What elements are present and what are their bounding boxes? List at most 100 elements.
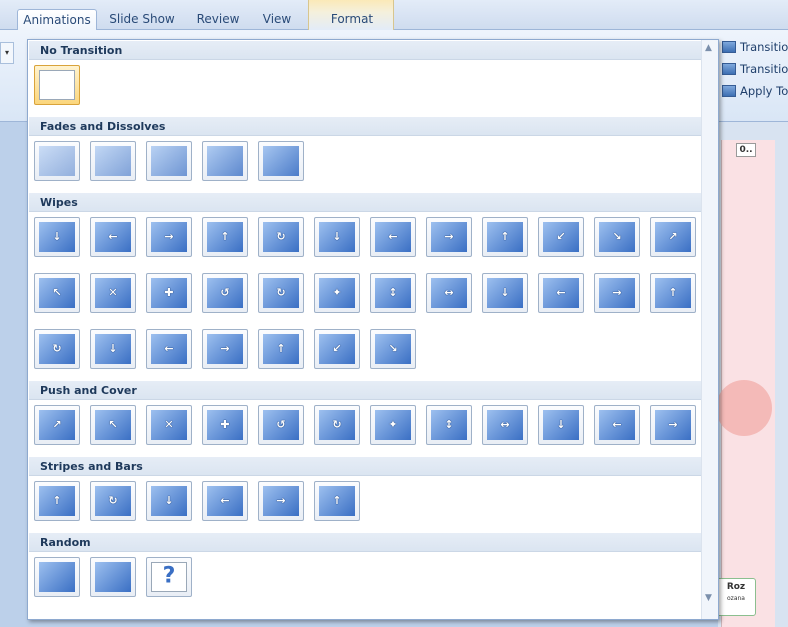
transition-thumb[interactable] [90,141,136,181]
transition-thumb[interactable]: ↓ [90,329,136,369]
transition-preview-icon: → [599,278,635,308]
arrow-icon: ↻ [108,493,118,507]
apply-to-all-command[interactable]: Apply To [722,82,788,100]
scroll-down-icon[interactable]: ▼ [705,593,712,603]
arrow-icon: ↓ [332,229,342,243]
transition-thumb[interactable] [146,141,192,181]
section-random: Random [29,533,701,552]
transition-thumb[interactable]: → [594,273,640,313]
transition-thumb[interactable]: ↕ [426,405,472,445]
transition-thumb[interactable] [90,557,136,597]
transition-thumb[interactable]: ↖ [34,273,80,313]
transition-thumb[interactable] [34,557,80,597]
transition-thumb[interactable]: ✦ [370,405,416,445]
transition-preview-icon: ✕ [95,278,131,308]
arrow-icon: → [220,341,230,355]
transition-thumb[interactable]: ← [594,405,640,445]
arrow-icon: ↖ [108,417,118,431]
tab-format[interactable]: Format [309,9,395,30]
transition-thumb[interactable]: ← [90,217,136,257]
transition-thumb[interactable]: ↗ [34,405,80,445]
transition-preview-icon: ← [375,222,411,252]
transition-thumb[interactable]: ↓ [314,217,360,257]
transition-thumb[interactable]: ↺ [202,273,248,313]
transition-thumb[interactable]: ↑ [202,217,248,257]
transition-preview-icon: ↗ [655,222,691,252]
transition-thumb[interactable]: ↘ [370,329,416,369]
transition-thumb[interactable] [258,141,304,181]
transition-thumb[interactable]: ✦ [314,273,360,313]
arrow-icon: ↻ [276,285,286,299]
left-dropdown-button[interactable]: ▾ [0,42,14,64]
transition-thumb[interactable]: → [202,329,248,369]
transition-thumb[interactable]: ✚ [202,405,248,445]
transition-sound-command[interactable]: Transition [722,38,788,56]
transition-thumb[interactable]: ✕ [90,273,136,313]
transition-thumb[interactable]: ✚ [146,273,192,313]
transition-preview-icon: ↑ [487,222,523,252]
transition-thumb[interactable]: ↑ [34,481,80,521]
transition-thumb[interactable]: ↓ [34,217,80,257]
transition-thumb-none[interactable] [34,65,80,105]
arrow-icon: ↖ [52,285,62,299]
transition-thumb[interactable]: ↕ [370,273,416,313]
transition-preview-icon: ✚ [207,410,243,440]
transition-thumb[interactable]: ? [146,557,192,597]
transition-thumb[interactable]: ↘ [594,217,640,257]
transition-thumb[interactable]: ↑ [650,273,696,313]
arrow-icon: ↔ [500,417,510,431]
transition-thumb[interactable] [34,141,80,181]
transition-preview-icon: ← [543,278,579,308]
transition-thumb[interactable]: ↙ [538,217,584,257]
transition-thumb[interactable]: ↺ [258,405,304,445]
slide-circle-shape [716,380,772,436]
transition-preview-icon: ↺ [263,410,299,440]
transition-preview-icon: → [151,222,187,252]
transition-thumb[interactable]: → [426,217,472,257]
transition-thumb[interactable]: ↻ [90,481,136,521]
transition-thumb[interactable]: ↻ [258,273,304,313]
transition-thumb[interactable]: ↓ [482,273,528,313]
tab-slide-show[interactable]: Slide Show [104,9,180,30]
scroll-up-icon[interactable]: ▲ [705,43,712,53]
transition-thumb[interactable]: ← [370,217,416,257]
transition-speed-command[interactable]: Transition [722,60,788,78]
transition-preview-icon: ↘ [599,222,635,252]
tab-view[interactable]: View [255,9,299,30]
transition-thumb[interactable]: ↗ [650,217,696,257]
transition-thumb[interactable]: ↑ [482,217,528,257]
transition-sound-icon [722,41,736,53]
transition-thumb[interactable]: ↻ [258,217,304,257]
transition-thumb[interactable]: ↙ [314,329,360,369]
tab-review[interactable]: Review [190,9,246,30]
transition-thumb[interactable]: → [258,481,304,521]
transition-thumb[interactable]: ↻ [34,329,80,369]
arrow-icon: ↺ [220,285,230,299]
transition-thumb[interactable]: ↑ [258,329,304,369]
transition-thumb[interactable]: ← [146,329,192,369]
transition-thumb[interactable]: ↑ [314,481,360,521]
transition-thumb[interactable]: → [650,405,696,445]
gallery-scrollbar[interactable]: ▲ ▼ [701,40,718,619]
arrow-icon: ↗ [668,229,678,243]
arrow-icon: ↻ [332,417,342,431]
transition-thumb[interactable]: ↖ [90,405,136,445]
transition-thumb[interactable]: ↔ [426,273,472,313]
transition-thumb[interactable]: ✕ [146,405,192,445]
transition-thumb[interactable] [202,141,248,181]
transition-preview-icon: ↑ [263,334,299,364]
arrow-icon: ↕ [444,417,454,431]
transition-thumb[interactable]: → [146,217,192,257]
transition-preview-icon: ↻ [39,334,75,364]
transition-preview-icon: ? [151,562,187,592]
tab-animations[interactable]: Animations [17,9,97,31]
transition-thumb[interactable]: ← [202,481,248,521]
transition-thumb[interactable]: ↔ [482,405,528,445]
transition-preview-icon: ↻ [319,410,355,440]
transition-thumb[interactable]: ↻ [314,405,360,445]
transition-thumb[interactable]: ↓ [146,481,192,521]
transition-thumb[interactable]: ← [538,273,584,313]
transition-preview-icon: ↺ [207,278,243,308]
arrow-icon: ↑ [332,493,342,507]
transition-thumb[interactable]: ↓ [538,405,584,445]
